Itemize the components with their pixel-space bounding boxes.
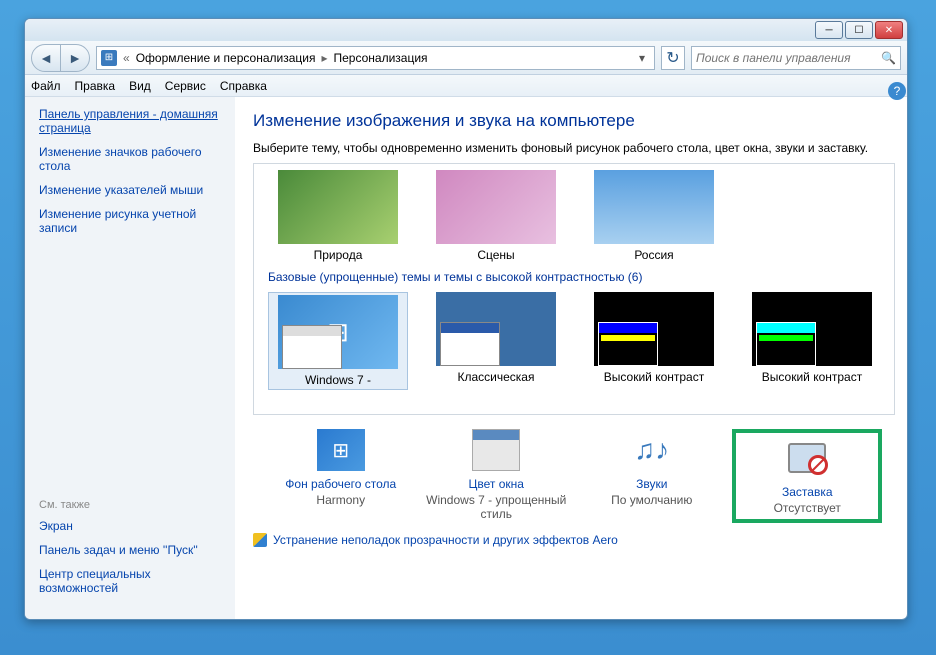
sounds-button[interactable]: ♫♪ Звуки По умолчанию xyxy=(577,429,727,523)
sidebar-display-link[interactable]: Экран xyxy=(39,519,221,533)
menu-edit[interactable]: Правка xyxy=(75,79,116,93)
theme-win7-basic[interactable]: Windows 7 - xyxy=(268,292,408,390)
screensaver-icon xyxy=(783,437,831,479)
menu-file[interactable]: Файл xyxy=(31,79,61,93)
page-description: Выберите тему, чтобы одновременно измени… xyxy=(253,141,895,155)
setting-value: Harmony xyxy=(266,493,416,507)
shield-icon xyxy=(253,533,267,547)
sounds-icon: ♫♪ xyxy=(628,429,676,471)
theme-nature[interactable]: Природа xyxy=(268,170,408,262)
theme-label: Россия xyxy=(584,248,724,262)
theme-hc2[interactable]: Высокий контраст xyxy=(742,292,882,390)
theme-thumb xyxy=(436,292,556,366)
page-title: Изменение изображения и звука на компьют… xyxy=(253,111,895,131)
breadcrumb-l2[interactable]: Персонализация xyxy=(333,51,427,65)
theme-thumb xyxy=(278,295,398,369)
content-area: Изменение изображения и звука на компьют… xyxy=(235,97,907,619)
themes-pane[interactable]: Природа Сцены Россия Базовые (упрощенные… xyxy=(253,163,895,415)
breadcrumb-arrow-icon: ▸ xyxy=(321,51,327,65)
theme-hc1[interactable]: Высокий контраст xyxy=(584,292,724,390)
theme-thumb xyxy=(278,170,398,244)
menu-help[interactable]: Справка xyxy=(220,79,267,93)
setting-label: Заставка xyxy=(740,485,874,499)
desktop-background-button[interactable]: Фон рабочего стола Harmony xyxy=(266,429,416,523)
refresh-button[interactable]: ↻ xyxy=(661,46,685,70)
theme-thumb xyxy=(594,292,714,366)
minimize-button[interactable]: ─ xyxy=(815,21,843,39)
sidebar-desktop-icons-link[interactable]: Изменение значков рабочего стола xyxy=(39,145,221,173)
control-panel-icon: ⊞ xyxy=(101,50,117,66)
search-input[interactable] xyxy=(696,51,881,65)
maximize-button[interactable]: ☐ xyxy=(845,21,873,39)
window-color-icon xyxy=(472,429,520,471)
sidebar-account-picture-link[interactable]: Изменение рисунка учетной записи xyxy=(39,207,221,235)
address-bar[interactable]: ⊞ « Оформление и персонализация ▸ Персон… xyxy=(96,46,655,70)
desktop-background-icon xyxy=(317,429,365,471)
troubleshoot-aero-link[interactable]: Устранение неполадок прозрачности и друг… xyxy=(253,533,895,547)
setting-value: По умолчанию xyxy=(577,493,727,507)
theme-thumb xyxy=(752,292,872,366)
control-panel-window: ─ ☐ ✕ ◄ ► ⊞ « Оформление и персонализаци… xyxy=(24,18,908,620)
close-button[interactable]: ✕ xyxy=(875,21,903,39)
theme-label: Windows 7 - xyxy=(271,373,405,387)
troubleshoot-label: Устранение неполадок прозрачности и друг… xyxy=(273,533,618,547)
menu-tools[interactable]: Сервис xyxy=(165,79,206,93)
setting-label: Звуки xyxy=(577,477,727,491)
theme-label: Высокий контраст xyxy=(742,370,882,384)
menu-view[interactable]: Вид xyxy=(129,79,151,93)
setting-value: Windows 7 - упрощенный стиль xyxy=(421,493,571,521)
search-icon[interactable]: 🔍 xyxy=(881,51,896,65)
screensaver-button[interactable]: Заставка Отсутствует xyxy=(732,429,882,523)
theme-label: Классическая xyxy=(426,370,566,384)
theme-thumb xyxy=(594,170,714,244)
search-box[interactable]: 🔍 xyxy=(691,46,901,70)
forward-button[interactable]: ► xyxy=(60,44,90,72)
navbar: ◄ ► ⊞ « Оформление и персонализация ▸ Пе… xyxy=(25,41,907,75)
address-dropdown-icon[interactable]: ▾ xyxy=(634,51,650,65)
back-button[interactable]: ◄ xyxy=(31,44,61,72)
sidebar: Панель управления - домашняя страница Из… xyxy=(25,97,235,619)
theme-label: Сцены xyxy=(426,248,566,262)
settings-row: Фон рабочего стола Harmony Цвет окна Win… xyxy=(253,429,895,523)
section-basic-heading: Базовые (упрощенные) темы и темы с высок… xyxy=(268,270,884,284)
theme-classic[interactable]: Классическая xyxy=(426,292,566,390)
theme-thumb xyxy=(436,170,556,244)
setting-label: Цвет окна xyxy=(421,477,571,491)
setting-label: Фон рабочего стола xyxy=(266,477,416,491)
help-button[interactable]: ? xyxy=(888,82,906,100)
theme-label: Природа xyxy=(268,248,408,262)
window-color-button[interactable]: Цвет окна Windows 7 - упрощенный стиль xyxy=(421,429,571,523)
breadcrumb-l1[interactable]: Оформление и персонализация xyxy=(136,51,316,65)
breadcrumb-sep-icon: « xyxy=(123,51,130,65)
sidebar-home-link[interactable]: Панель управления - домашняя страница xyxy=(39,107,221,135)
menubar: Файл Правка Вид Сервис Справка xyxy=(25,75,907,97)
sidebar-mouse-pointers-link[interactable]: Изменение указателей мыши xyxy=(39,183,221,197)
theme-russia[interactable]: Россия xyxy=(584,170,724,262)
sidebar-taskbar-link[interactable]: Панель задач и меню ''Пуск'' xyxy=(39,543,221,557)
setting-value: Отсутствует xyxy=(740,501,874,515)
titlebar: ─ ☐ ✕ xyxy=(25,19,907,41)
sidebar-ease-of-access-link[interactable]: Центр специальных возможностей xyxy=(39,567,221,595)
theme-scenes[interactable]: Сцены xyxy=(426,170,566,262)
see-also-heading: См. также xyxy=(39,499,221,511)
theme-label: Высокий контраст xyxy=(584,370,724,384)
